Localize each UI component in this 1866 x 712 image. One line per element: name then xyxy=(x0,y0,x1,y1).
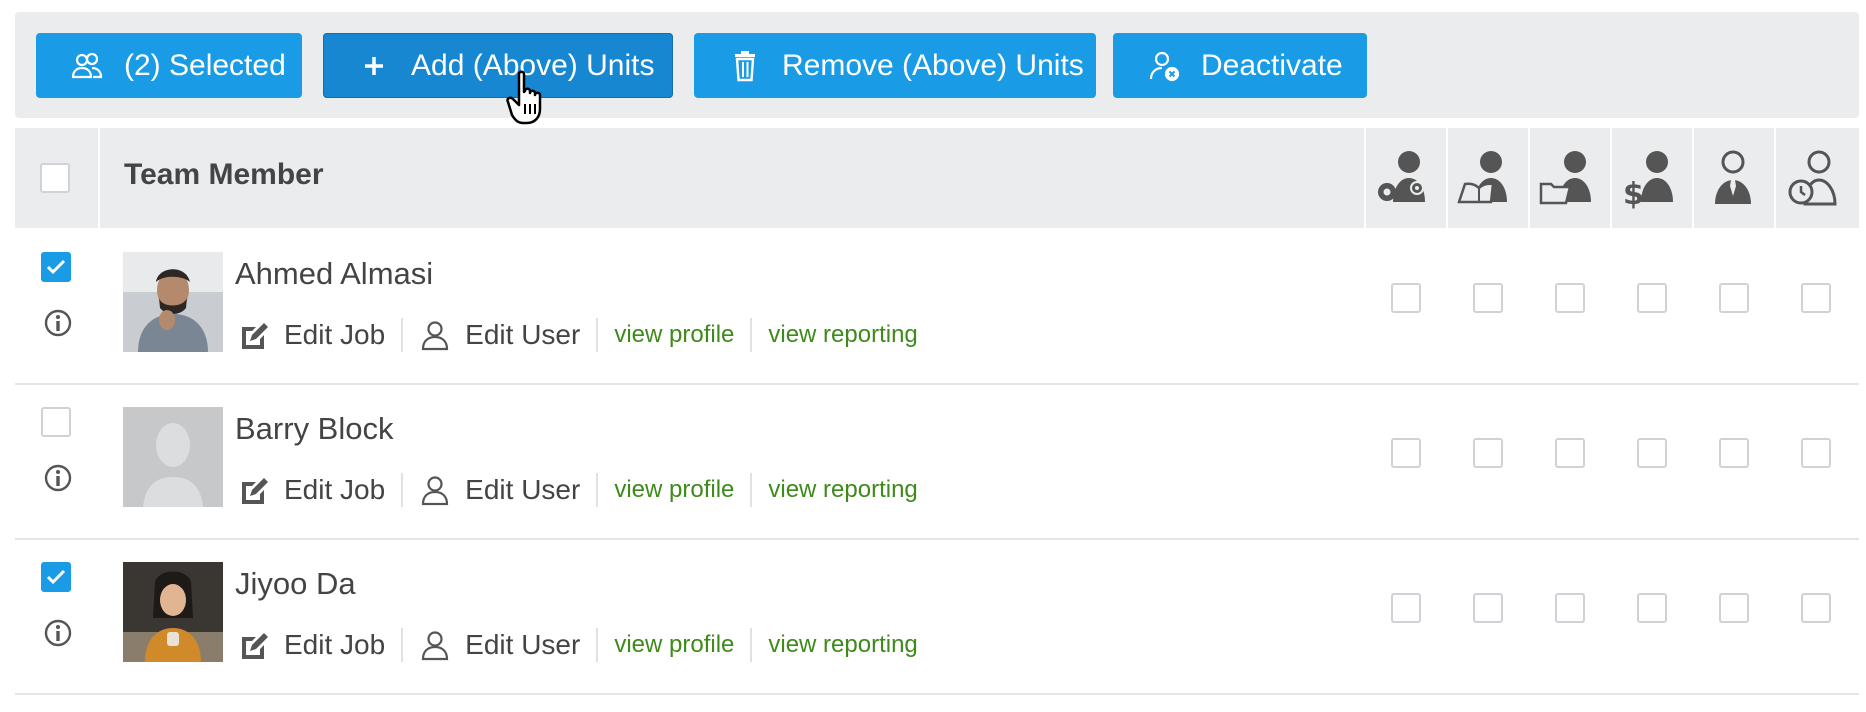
deactivate-button[interactable]: Deactivate xyxy=(1113,33,1367,98)
plus-icon xyxy=(357,49,391,83)
edit-job-icon xyxy=(238,319,270,351)
role-checkbox[interactable] xyxy=(1637,283,1667,313)
bulk-action-toolbar: (2) Selected Add (Above) Units Remove (A… xyxy=(15,12,1859,118)
timer-person-icon xyxy=(1788,150,1837,206)
remove-units-label: Remove (Above) Units xyxy=(782,48,1084,82)
folder-person-icon xyxy=(1539,151,1591,205)
team-member-column-header: Team Member xyxy=(124,158,324,191)
finance-person-icon: $ xyxy=(1623,151,1673,210)
role-checkbox[interactable] xyxy=(1719,283,1749,313)
role-checkbox[interactable] xyxy=(1719,438,1749,468)
row-select-checkbox[interactable] xyxy=(41,407,71,437)
add-units-button[interactable]: Add (Above) Units xyxy=(323,33,673,98)
edit-user-label: Edit User xyxy=(465,319,581,350)
edit-job-label: Edit Job xyxy=(284,319,386,350)
user-icon xyxy=(419,319,451,351)
role-checkbox[interactable] xyxy=(1473,438,1503,468)
table-header: Team Member $ xyxy=(15,128,1859,228)
table-row: Barry Block Edit Job Edit User view prof… xyxy=(15,383,1859,540)
view-reporting-link[interactable]: view reporting xyxy=(768,631,917,659)
row-select-checkbox[interactable] xyxy=(41,252,71,282)
view-profile-link[interactable]: view profile xyxy=(614,321,734,349)
role-checkbox[interactable] xyxy=(1555,283,1585,313)
edit-job-icon xyxy=(238,629,270,661)
info-icon[interactable] xyxy=(43,308,73,338)
edit-job-button[interactable]: Edit Job xyxy=(238,629,385,661)
role-checkbox[interactable] xyxy=(1391,438,1421,468)
edit-user-button[interactable]: Edit User xyxy=(419,319,580,351)
role-checkbox[interactable] xyxy=(1555,438,1585,468)
role-checkbox[interactable] xyxy=(1801,283,1831,313)
avatar xyxy=(123,252,223,352)
view-profile-link[interactable]: view profile xyxy=(614,476,734,504)
member-name: Ahmed Almasi xyxy=(235,256,434,291)
reading-person-icon xyxy=(1457,151,1507,204)
role-checkbox[interactable] xyxy=(1637,438,1667,468)
row-actions: Edit Job Edit User view profile view rep… xyxy=(238,465,918,515)
edit-user-button[interactable]: Edit User xyxy=(419,474,580,506)
user-icon xyxy=(419,629,451,661)
role-checkbox[interactable] xyxy=(1391,283,1421,313)
table-row: Jiyoo Da Edit Job Edit User view profile… xyxy=(15,538,1859,695)
role-checkbox[interactable] xyxy=(1473,593,1503,623)
edit-user-button[interactable]: Edit User xyxy=(419,629,580,661)
hand-pointer-cursor-icon xyxy=(506,70,542,125)
table-row: Ahmed Almasi Edit Job Edit User view pro… xyxy=(15,228,1859,385)
info-icon[interactable] xyxy=(43,463,73,493)
avatar xyxy=(123,407,223,507)
row-select-checkbox[interactable] xyxy=(41,562,71,592)
role-checkbox[interactable] xyxy=(1801,438,1831,468)
edit-job-icon xyxy=(238,474,270,506)
role-checkbox[interactable] xyxy=(1555,593,1585,623)
manager-person-icon xyxy=(1715,150,1751,204)
select-all-checkbox[interactable] xyxy=(40,163,70,193)
view-reporting-link[interactable]: view reporting xyxy=(768,476,917,504)
role-checkbox[interactable] xyxy=(1637,593,1667,623)
edit-user-label: Edit User xyxy=(465,629,581,660)
deactivate-label: Deactivate xyxy=(1201,48,1343,82)
role-checkbox[interactable] xyxy=(1801,593,1831,623)
edit-job-button[interactable]: Edit Job xyxy=(238,319,385,351)
user-remove-icon xyxy=(1147,49,1181,83)
group-icon xyxy=(70,49,104,83)
settings-person-icon xyxy=(1378,151,1425,202)
role-checkbox[interactable] xyxy=(1473,283,1503,313)
remove-units-button[interactable]: Remove (Above) Units xyxy=(694,33,1096,98)
edit-user-label: Edit User xyxy=(465,474,581,505)
member-name: Jiyoo Da xyxy=(235,566,356,601)
row-actions: Edit Job Edit User view profile view rep… xyxy=(238,310,918,360)
member-name: Barry Block xyxy=(235,411,394,446)
user-icon xyxy=(419,474,451,506)
role-checkbox[interactable] xyxy=(1391,593,1421,623)
edit-job-label: Edit Job xyxy=(284,474,386,505)
selected-count-button[interactable]: (2) Selected xyxy=(36,33,302,98)
trash-icon xyxy=(728,49,762,83)
view-reporting-link[interactable]: view reporting xyxy=(768,321,917,349)
edit-job-button[interactable]: Edit Job xyxy=(238,474,385,506)
view-profile-link[interactable]: view profile xyxy=(614,631,734,659)
row-actions: Edit Job Edit User view profile view rep… xyxy=(238,620,918,670)
edit-job-label: Edit Job xyxy=(284,629,386,660)
selected-count-label: (2) Selected xyxy=(124,48,286,82)
avatar xyxy=(123,562,223,662)
info-icon[interactable] xyxy=(43,618,73,648)
svg-text:$: $ xyxy=(1623,177,1644,210)
role-checkbox[interactable] xyxy=(1719,593,1749,623)
